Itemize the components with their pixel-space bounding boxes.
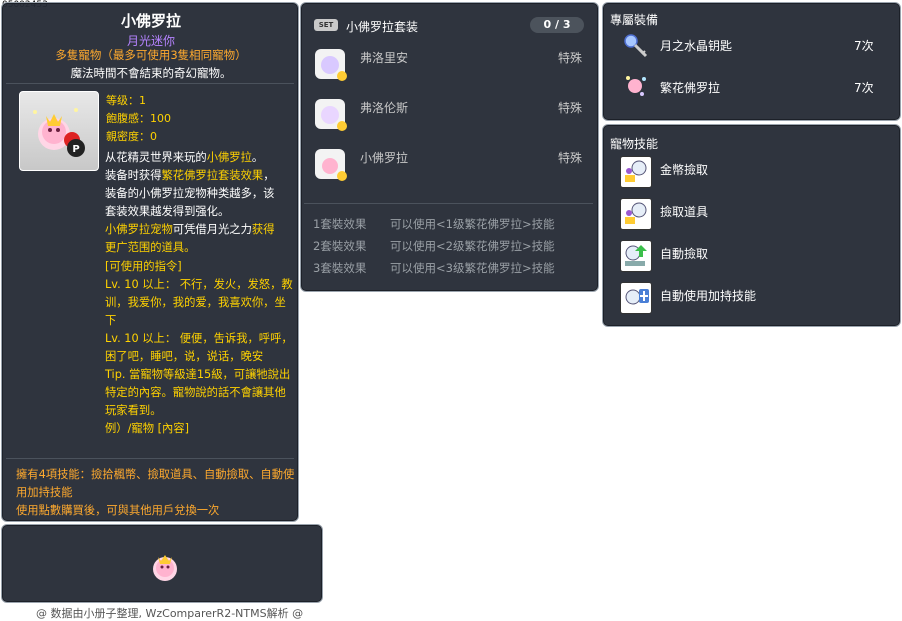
desc-highlight: 小佛罗拉宠物	[105, 223, 173, 236]
divider	[6, 458, 294, 459]
set-item-name: 小佛罗拉	[360, 151, 409, 165]
set-item-type: 特殊	[558, 51, 583, 65]
meso-pickup-icon	[620, 156, 652, 188]
set-item-name: 弗洛里安	[360, 51, 409, 65]
desc-text: ，	[263, 169, 275, 182]
skill-name: 自動使用加持技能	[660, 289, 757, 303]
set-effect-label: 1套裝效果	[313, 217, 367, 231]
desc-text: 可凭借月光之力	[172, 223, 252, 236]
desc-highlight: 获得	[251, 223, 275, 236]
skills-summary: 擁有4項技能：撿拾楓幣、撿取道具、自動撿取、自動使用加持技能 使用點數購買後，可…	[16, 466, 296, 520]
command-header: [可使用的指令]	[105, 260, 182, 273]
exclusive-item-qty: 7次	[854, 39, 874, 53]
flora-bloom-icon	[622, 72, 648, 98]
exclusive-item-name: 月之水晶钥匙	[660, 39, 733, 53]
exclusive-equip-header: 專屬裝備	[610, 13, 659, 27]
divider	[304, 203, 593, 204]
command-list-2: Lv. 10 以上： 便便，吿诉我，呼呼，困了吧，睡吧，说，说话，晚安	[105, 332, 293, 363]
set-badge: SET	[314, 19, 338, 31]
exclusive-item-name: 繁花佛罗拉	[660, 81, 721, 95]
pet-tip: Tip. 當寵物等級達15級，可讓牠說出特定的內容。寵物說的話不會讓其他玩家看到…	[105, 368, 291, 417]
skills-line: 擁有4項技能：撿拾楓幣、撿取道具、自動撿取、自動使用加持技能	[16, 468, 295, 499]
florence-icon	[314, 98, 347, 131]
command-list-1: Lv. 10 以上： 不行，发火，发怒，教训，我爱你，我的爱，我喜欢你，坐下	[105, 278, 293, 327]
exclusive-item-qty: 7次	[854, 81, 874, 95]
set-count: 0 / 3	[530, 17, 584, 33]
item-title: 小佛罗拉	[120, 12, 181, 30]
little-flora-icon	[314, 148, 347, 181]
skill-name: 自動撿取	[660, 247, 709, 261]
set-item-type: 特殊	[558, 151, 583, 165]
footer-credit: @ 数据由小册子整理, WzComparerR2-NTMS解析 @	[36, 607, 304, 620]
desc-text: 套装效果越发得到强化。	[105, 205, 230, 218]
item-tooltip-panel: 小佛罗拉 月光迷你 多隻寵物（最多可使用3隻相同寵物） 魔法時間不會結束的奇幻寵…	[1, 2, 299, 522]
pet-fullness: 飽腹感：100	[106, 112, 171, 125]
auto-buff-icon	[620, 282, 652, 314]
florian-icon	[314, 48, 347, 81]
set-effect-label: 3套裝效果	[313, 261, 367, 275]
desc-highlight: 繁花佛罗拉套装效果	[161, 169, 264, 182]
svg-text:P: P	[72, 144, 79, 155]
item-flavor-text: 魔法時間不會結束的奇幻寵物。	[70, 66, 232, 80]
set-effect-text: 可以使用<1级繁花佛罗拉>技能	[390, 217, 555, 231]
desc-highlight: 更广范围的道具。	[105, 241, 196, 254]
skill-name: 撿取道具	[660, 205, 709, 219]
pet-level: 等级：1	[106, 94, 146, 107]
set-name: 小佛罗拉套装	[346, 20, 419, 34]
flora-pet-sprite-icon	[153, 555, 177, 581]
flora-pet-icon: P	[33, 108, 85, 157]
pet-preview-panel	[1, 524, 323, 603]
command-example: 例）/寵物 [內容]	[105, 422, 189, 435]
item-pickup-icon	[620, 198, 652, 230]
skill-name: 金幣撿取	[660, 163, 709, 177]
set-effect-text: 可以使用<2级繁花佛罗拉>技能	[390, 239, 555, 253]
auto-pickup-icon	[620, 240, 652, 272]
divider	[6, 83, 294, 84]
desc-text: 装备的小佛罗拉宠物种类越多，该	[105, 187, 275, 200]
desc-highlight: 小佛罗拉	[206, 151, 252, 164]
set-effect-text: 可以使用<3级繁花佛罗拉>技能	[390, 261, 555, 275]
item-description: 从花精灵世界来玩的小佛罗拉。 装备时获得繁花佛罗拉套装效果， 装备的小佛罗拉宠物…	[105, 149, 295, 438]
desc-text: 装备时获得	[105, 169, 162, 182]
set-item-type: 特殊	[558, 101, 583, 115]
moon-crystal-key-icon	[622, 32, 648, 58]
set-item-name: 弗洛伦斯	[360, 101, 409, 115]
pet-limit-note: 多隻寵物（最多可使用3隻相同寵物）	[55, 48, 247, 62]
pet-closeness: 親密度：0	[106, 130, 157, 143]
trade-line: 使用點數購買後，可與其他用戶兌換一次	[16, 504, 220, 517]
item-icon-frame: P	[19, 91, 99, 171]
desc-text: 从花精灵世界来玩的	[105, 151, 207, 164]
set-effect-label: 2套裝效果	[313, 239, 367, 253]
pet-skills-header: 寵物技能	[610, 137, 659, 151]
desc-text: 。	[251, 151, 264, 164]
